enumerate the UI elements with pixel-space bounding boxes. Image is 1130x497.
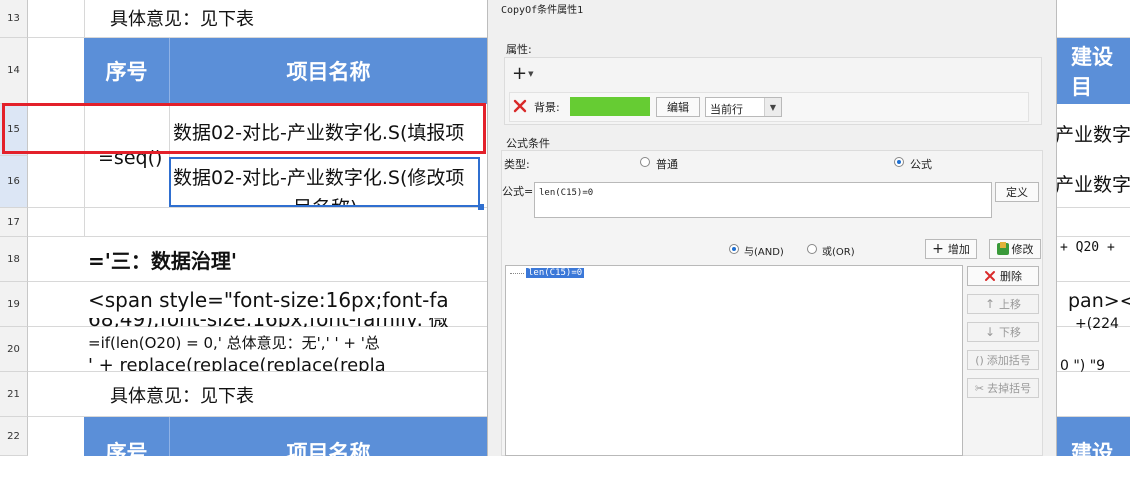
- type-normal-radio[interactable]: [640, 157, 650, 167]
- selected-cell-r16[interactable]: 数据02-对比-产业数字化.S(修改项 目名称): [169, 157, 480, 207]
- modify-icon: [996, 242, 1009, 255]
- plus-icon: +: [512, 63, 528, 84]
- formula-input[interactable]: len(C15)=0: [534, 182, 992, 218]
- cell-r21-opinion[interactable]: 具体意见：见下表: [110, 382, 480, 408]
- cell-r16-name-line2: 目名称): [293, 193, 357, 205]
- cell-r16-right[interactable]: 产业数字: [1055, 170, 1130, 196]
- modify-condition-button[interactable]: 修改: [989, 239, 1041, 259]
- row-header-17[interactable]: 17: [0, 208, 28, 237]
- add-bracket-button[interactable]: () 添加括号: [967, 350, 1039, 370]
- row-header-13[interactable]: 13: [0, 0, 28, 38]
- cell-r18-right[interactable]: + Q20 +: [1060, 240, 1130, 260]
- cell-r20-right2: 0 ") "9: [1060, 358, 1106, 372]
- dialog-title: CopyOf条件属性1: [501, 5, 584, 16]
- condition-tree-item[interactable]: len(C15)=0: [526, 268, 585, 278]
- header-cell-name[interactable]: 项目名称: [170, 38, 487, 104]
- row-header-18[interactable]: 18: [0, 237, 28, 282]
- background-label: 背景:: [534, 101, 560, 114]
- row-header-21[interactable]: 21: [0, 372, 28, 417]
- move-up-button[interactable]: ↑ 上移: [967, 294, 1039, 314]
- cell-r20-line2: ' + replace(replace(replace(repla: [88, 357, 386, 371]
- row-header-14[interactable]: 14: [0, 38, 28, 104]
- condition-properties-dialog: CopyOf条件属性1 属性: + ▼ 背景: 编辑 当前行 ▼ 公式条件 类型…: [487, 0, 1057, 456]
- add-condition-button[interactable]: + 增加: [925, 239, 977, 259]
- bracket-icon: (): [975, 353, 984, 367]
- delete-label: 删除: [1000, 270, 1022, 283]
- chevron-down-icon: ▼: [764, 98, 781, 116]
- type-formula-radio[interactable]: [894, 157, 904, 167]
- modify-condition-label: 修改: [1011, 243, 1034, 256]
- background-color-swatch[interactable]: [570, 97, 650, 116]
- arrow-down-icon: ↓: [984, 325, 996, 339]
- move-down-label: 下移: [999, 326, 1022, 339]
- formula-label: 公式=: [502, 185, 534, 198]
- cell-r18-title[interactable]: ='三：数据治理': [88, 245, 483, 273]
- header-cell-no-r22[interactable]: 序号: [84, 417, 170, 465]
- add-bracket-label: 添加括号: [986, 354, 1031, 367]
- and-label: 与(AND): [744, 247, 784, 258]
- condition-tree[interactable]: len(C15)=0: [505, 265, 963, 456]
- grid-line: [84, 0, 85, 38]
- add-attribute-dropdown[interactable]: + ▼: [512, 64, 540, 84]
- formula-condition-label: 公式条件: [506, 137, 550, 150]
- header-cell-right-r22[interactable]: 建设目: [1055, 417, 1130, 495]
- arrow-up-icon: ↑: [984, 297, 996, 311]
- cell-r19-right[interactable]: pan><s: [1068, 290, 1130, 314]
- remove-bracket-icon: ✂: [974, 381, 985, 395]
- formula-input-value: len(C15)=0: [539, 188, 594, 198]
- row-header-20[interactable]: 20: [0, 327, 28, 372]
- move-up-label: 上移: [999, 298, 1022, 311]
- or-radio[interactable]: [807, 244, 817, 254]
- cell-r15-right[interactable]: 产业数字: [1055, 120, 1130, 146]
- plus-icon: +: [932, 241, 944, 257]
- scope-select[interactable]: 当前行 ▼: [705, 97, 782, 117]
- define-button[interactable]: 定义: [995, 182, 1039, 202]
- header-cell-right[interactable]: 建设目: [1055, 38, 1130, 104]
- cell-r16-name-line1: 数据02-对比-产业数字化.S(修改项: [173, 167, 465, 189]
- grid-line: [84, 208, 85, 237]
- attributes-label: 属性:: [506, 43, 532, 56]
- tree-connector: [510, 273, 524, 274]
- remove-attribute-icon[interactable]: [512, 98, 528, 114]
- remove-bracket-label: 去掉括号: [987, 382, 1032, 395]
- cell-r19-line1[interactable]: <span style="font-size:16px;font-fa: [88, 288, 484, 314]
- move-down-button[interactable]: ↓ 下移: [967, 322, 1039, 342]
- type-label: 类型:: [504, 158, 530, 171]
- header-cell-name-r22[interactable]: 项目名称: [170, 417, 487, 465]
- cell-r20-line1[interactable]: =if(len(O20) = 0,' 总体意见：无',' ' + '总: [88, 332, 484, 352]
- chevron-down-icon: ▼: [528, 70, 534, 78]
- delete-condition-button[interactable]: 删除: [967, 266, 1039, 286]
- fill-handle[interactable]: [478, 204, 484, 210]
- add-condition-label: 增加: [947, 243, 970, 256]
- row-header-22[interactable]: 22: [0, 417, 28, 456]
- edit-button[interactable]: 编辑: [656, 97, 700, 117]
- or-label: 或(OR): [822, 247, 855, 258]
- delete-icon: [985, 271, 995, 281]
- cell-r20-right1: +(224: [1075, 316, 1119, 332]
- cell-r13-opinion[interactable]: 具体意见：见下表: [110, 5, 480, 31]
- type-formula-label: 公式: [910, 158, 932, 171]
- row-header-16[interactable]: 16: [0, 156, 28, 208]
- and-radio[interactable]: [729, 244, 739, 254]
- type-normal-label: 普通: [656, 158, 678, 171]
- row-highlight-box: [2, 103, 486, 154]
- row-header-19[interactable]: 19: [0, 282, 28, 327]
- scope-value: 当前行: [710, 103, 743, 116]
- header-cell-no[interactable]: 序号: [84, 38, 170, 104]
- remove-bracket-button[interactable]: ✂ 去掉括号: [967, 378, 1039, 398]
- cell-r19-line2: 68,49);font-size:16px;font-family:'微: [88, 318, 484, 327]
